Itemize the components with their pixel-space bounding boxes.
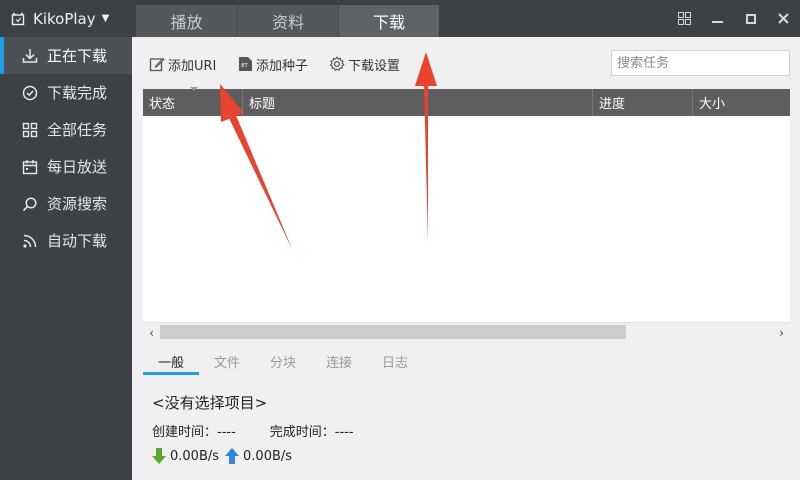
sort-indicator-icon	[190, 87, 198, 91]
download-panel: 添加URI BT 添加种子 下载设置 状态 标题 进度 大小 ‹ › 一般 文件…	[132, 37, 800, 480]
torrent-file-icon: BT	[239, 57, 252, 71]
tab-files[interactable]: 文件	[199, 347, 255, 375]
gear-icon	[329, 56, 345, 72]
created-time-value: ----	[217, 425, 236, 440]
scroll-right-icon[interactable]: ›	[773, 323, 790, 342]
svg-text:BT: BT	[241, 63, 248, 69]
maximize-button[interactable]	[734, 0, 767, 37]
title-bar: KikoPlay ▼ 播放 资料 下载	[0, 0, 800, 37]
app-logo-icon	[11, 11, 25, 26]
download-toolbar: 添加URI BT 添加种子 下载设置	[132, 37, 800, 89]
upload-speed-icon	[225, 448, 240, 464]
add-torrent-label: 添加种子	[256, 58, 309, 74]
sidebar-item-daily-airing[interactable]: 每日放送	[0, 148, 132, 185]
layout-grid-icon	[678, 12, 691, 25]
sidebar-item-completed[interactable]: 下载完成	[0, 74, 132, 111]
sidebar-item-label: 正在下载	[47, 47, 108, 65]
sidebar-item-label: 下载完成	[47, 84, 108, 102]
calendar-icon	[22, 159, 38, 175]
minimize-icon	[712, 21, 723, 23]
sidebar-item-auto-download[interactable]: 自动下载	[0, 222, 132, 259]
download-settings-label: 下载设置	[348, 58, 401, 74]
finished-time-label: 完成时间：	[269, 425, 335, 440]
tab-blocks[interactable]: 分块	[255, 347, 311, 375]
transfer-speeds: 0.00B/s 0.00B/s	[152, 448, 388, 464]
task-detail: <没有选择项目> 创建时间：---- 完成时间：---- 0.00B/s 0.0…	[152, 392, 388, 464]
close-icon	[778, 13, 789, 24]
task-search-input[interactable]	[611, 50, 790, 76]
check-circle-icon	[22, 85, 38, 101]
search-icon	[22, 196, 38, 212]
rss-icon	[22, 233, 38, 249]
grid-icon	[22, 122, 38, 138]
window-controls	[668, 0, 800, 37]
add-torrent-button[interactable]: BT 添加种子	[238, 54, 308, 74]
app-name: KikoPlay	[33, 9, 96, 28]
tab-download[interactable]: 下载	[338, 5, 439, 37]
download-settings-button[interactable]: 下载设置	[329, 54, 400, 74]
tab-log[interactable]: 日志	[367, 347, 423, 375]
sidebar-item-label: 全部任务	[47, 121, 108, 139]
finished-time: 完成时间：----	[270, 421, 354, 440]
main-tabs: 播放 资料 下载	[136, 5, 439, 37]
scrollbar-thumb[interactable]	[160, 325, 626, 339]
minimize-button[interactable]	[701, 0, 734, 37]
column-header-progress[interactable]: 进度	[593, 89, 693, 116]
download-speed-value: 0.00B/s	[170, 448, 220, 464]
created-time-label: 创建时间：	[152, 425, 218, 440]
no-selection-text: <没有选择项目>	[152, 394, 268, 412]
column-header-status[interactable]: 状态	[143, 89, 243, 116]
tab-general[interactable]: 一般	[143, 347, 199, 375]
sidebar-item-all-tasks[interactable]: 全部任务	[0, 111, 132, 148]
sidebar-item-resource-search[interactable]: 资源搜索	[0, 185, 132, 222]
task-times: 创建时间：---- 完成时间：----	[152, 421, 388, 440]
sidebar-item-label: 每日放送	[47, 158, 108, 176]
table-header: 状态 标题 进度 大小	[143, 87, 790, 116]
column-header-size[interactable]: 大小	[693, 89, 790, 116]
detail-tabs: 一般 文件 分块 连接 日志	[143, 347, 423, 375]
add-uri-label: 添加URI	[168, 58, 217, 74]
sidebar: 正在下载 下载完成 全部任务 每日放送 资源搜索 自动下载	[0, 37, 132, 480]
close-button[interactable]	[767, 0, 800, 37]
tab-library[interactable]: 资料	[237, 5, 338, 37]
sidebar-item-label: 资源搜索	[47, 195, 108, 213]
tab-connections[interactable]: 连接	[311, 347, 367, 375]
add-uri-button[interactable]: 添加URI	[149, 54, 216, 74]
tab-play[interactable]: 播放	[136, 5, 237, 37]
edit-icon	[149, 57, 165, 72]
maximize-icon	[745, 13, 756, 24]
app-menu[interactable]: KikoPlay ▼	[0, 0, 132, 37]
download-task-table[interactable]: 状态 标题 进度 大小 ‹ ›	[143, 87, 790, 341]
sidebar-item-downloading[interactable]: 正在下载	[0, 37, 132, 74]
scroll-left-icon[interactable]: ‹	[143, 323, 160, 342]
created-time: 创建时间：----	[152, 421, 236, 440]
finished-time-value: ----	[334, 425, 354, 440]
download-speed-icon	[152, 448, 166, 464]
horizontal-scrollbar[interactable]: ‹ ›	[143, 322, 790, 341]
column-header-title[interactable]: 标题	[243, 89, 593, 116]
sidebar-item-label: 自动下载	[47, 232, 108, 250]
layout-button[interactable]	[668, 0, 701, 37]
download-icon	[22, 48, 38, 64]
upload-speed-value: 0.00B/s	[243, 448, 293, 464]
caret-down-icon: ▼	[101, 13, 110, 24]
